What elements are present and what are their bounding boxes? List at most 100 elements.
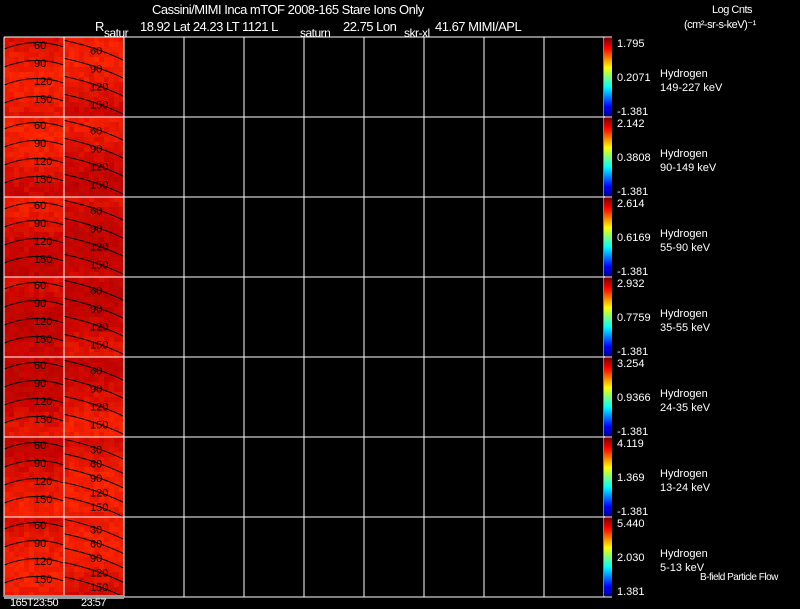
heatmap-cell xyxy=(49,512,54,517)
heatmap-cell xyxy=(119,67,124,72)
heatmap-cell xyxy=(24,142,29,147)
heatmap-cell xyxy=(114,472,119,477)
heatmap-cell xyxy=(9,397,14,402)
heatmap-cell xyxy=(49,507,54,512)
heatmap-cell xyxy=(19,222,24,227)
heatmap-cell xyxy=(34,292,39,297)
heatmap-cell xyxy=(19,322,24,327)
heatmap-cell xyxy=(109,322,114,327)
heatmap-cell xyxy=(74,447,79,452)
heatmap-cell xyxy=(24,382,29,387)
heatmap-cell xyxy=(9,152,14,157)
heatmap-cell xyxy=(69,312,74,317)
heatmap-cell xyxy=(54,197,59,202)
heatmap-cell xyxy=(9,357,14,362)
heatmap-cell xyxy=(34,532,39,537)
heatmap-cell xyxy=(74,227,79,232)
heatmap-cell xyxy=(94,37,99,42)
heatmap-cell xyxy=(89,437,94,442)
heatmap-cell xyxy=(39,372,44,377)
heatmap-cell xyxy=(64,42,69,47)
heatmap-cell xyxy=(29,187,34,192)
heatmap-cell xyxy=(64,422,69,427)
heatmap-cell xyxy=(74,342,79,347)
heatmap-cell xyxy=(9,187,14,192)
contour-label: 90 xyxy=(34,138,46,150)
heatmap-cell xyxy=(94,377,99,382)
heatmap-cell xyxy=(39,272,44,277)
heatmap-cell xyxy=(74,112,79,117)
heatmap-cell xyxy=(49,112,54,117)
heatmap-cell xyxy=(49,547,54,552)
heatmap-cell xyxy=(84,207,89,212)
heatmap-cell xyxy=(54,232,59,237)
heatmap-cell xyxy=(9,552,14,557)
heatmap-cell xyxy=(19,502,24,507)
heatmap-cell xyxy=(54,207,59,212)
heatmap-cell xyxy=(49,437,54,442)
heatmap-cell xyxy=(4,362,9,367)
heatmap-cell xyxy=(69,392,74,397)
heatmap-cell xyxy=(14,587,19,592)
heatmap-cell xyxy=(84,517,89,522)
heatmap-cell xyxy=(19,187,24,192)
heatmap-cell xyxy=(24,517,29,522)
heatmap-cell xyxy=(9,372,14,377)
heatmap-cell xyxy=(64,447,69,452)
heatmap-cell xyxy=(14,37,19,42)
energy-label: 13-24 keV xyxy=(660,482,711,494)
heatmap-cell xyxy=(14,277,19,282)
heatmap-cell xyxy=(24,232,29,237)
heatmap-cell xyxy=(59,467,64,472)
heatmap-cell xyxy=(114,42,119,47)
heatmap-cell xyxy=(74,187,79,192)
heatmap-cell xyxy=(14,372,19,377)
heatmap-cell xyxy=(74,462,79,467)
heatmap-cell xyxy=(104,562,109,567)
heatmap-cell xyxy=(24,262,29,267)
heatmap-cell xyxy=(44,427,49,432)
heatmap-cell xyxy=(104,137,109,142)
heatmap-cell xyxy=(84,292,89,297)
heatmap-cell xyxy=(109,82,114,87)
heatmap-cell xyxy=(119,292,124,297)
heatmap-cell xyxy=(9,517,14,522)
heatmap-cell xyxy=(34,132,39,137)
heatmap-cell xyxy=(24,327,29,332)
heatmap-cell xyxy=(114,507,119,512)
heatmap-cell xyxy=(4,467,9,472)
heatmap-cell xyxy=(9,217,14,222)
heatmap-cell xyxy=(59,182,64,187)
heatmap-cell xyxy=(14,437,19,442)
heatmap-cell xyxy=(44,532,49,537)
heatmap-cell xyxy=(114,87,119,92)
heatmap-cell xyxy=(24,47,29,52)
heatmap-cell xyxy=(19,407,24,412)
heatmap-cell xyxy=(54,427,59,432)
heatmap-cell xyxy=(114,417,119,422)
heatmap-cell xyxy=(104,272,109,277)
heatmap-cell xyxy=(119,507,124,512)
heatmap-cell xyxy=(54,277,59,282)
heatmap-cell xyxy=(119,82,124,87)
heatmap-cell xyxy=(44,352,49,357)
heatmap-cell xyxy=(64,142,69,147)
heatmap-cell xyxy=(94,137,99,142)
heatmap-cell xyxy=(79,47,84,52)
heatmap-cell xyxy=(54,537,59,542)
heatmap-cell xyxy=(54,272,59,277)
heatmap-cell xyxy=(84,57,89,62)
heatmap-cell xyxy=(34,192,39,197)
heatmap-cell xyxy=(119,207,124,212)
heatmap-cell xyxy=(59,212,64,217)
heatmap-cell xyxy=(79,327,84,332)
heatmap-cell xyxy=(4,472,9,477)
heatmap-cell xyxy=(24,132,29,137)
heatmap-cell xyxy=(84,192,89,197)
heatmap-cell xyxy=(69,287,74,292)
contour-label: 90 xyxy=(90,383,102,395)
heatmap-cell xyxy=(119,177,124,182)
heatmap-cell xyxy=(59,297,64,302)
panel-2: 609012015060901201502.1420.3808-1.381Hyd… xyxy=(3,116,717,198)
heatmap-cell xyxy=(54,102,59,107)
